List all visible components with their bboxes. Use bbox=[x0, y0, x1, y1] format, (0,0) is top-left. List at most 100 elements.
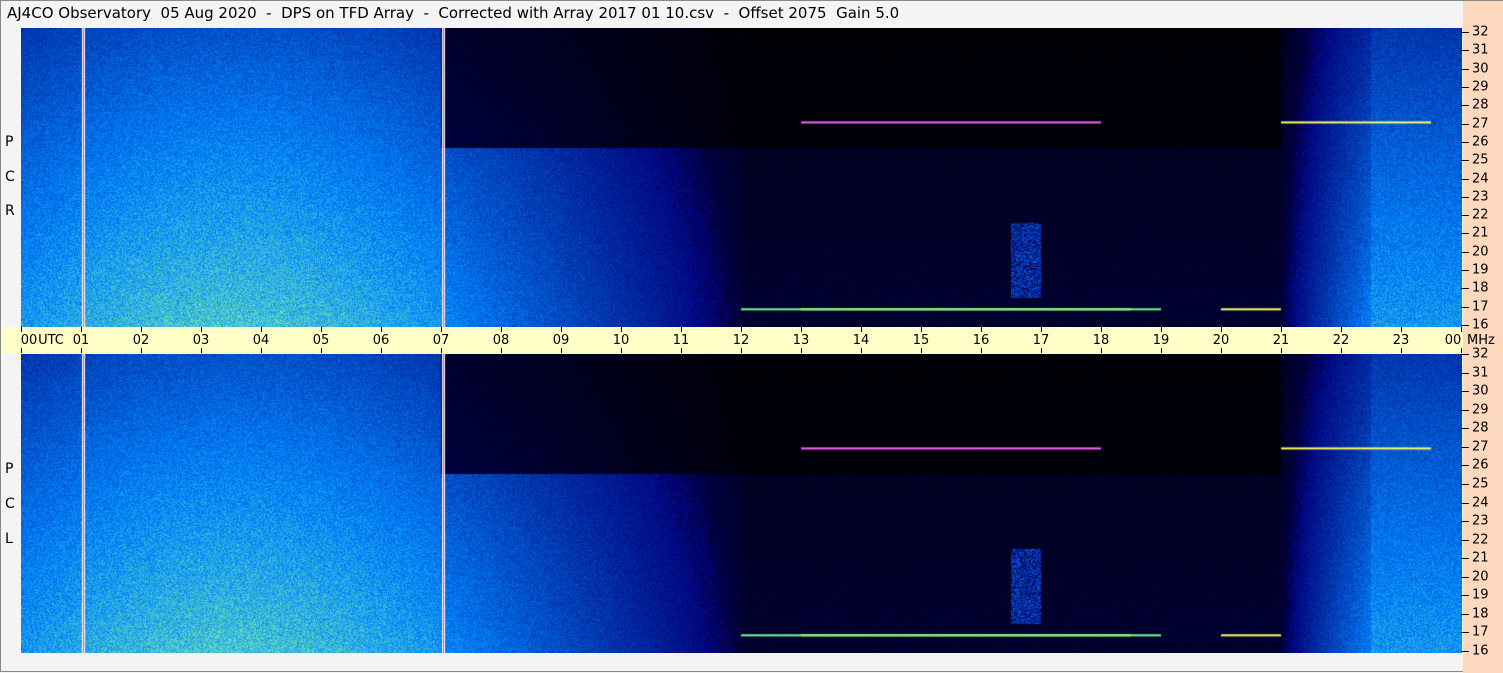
x-tick bbox=[1101, 348, 1102, 353]
x-tick-label: 00 bbox=[20, 333, 38, 348]
rcp-spectrogram bbox=[21, 28, 1462, 327]
x-tick bbox=[261, 348, 262, 353]
time-axis: 00 01 02 03 04 05 06 07 08 09 10 11 12 13 14 15 16 17 18 19… bbox=[1, 327, 1463, 353]
x-tick-label: 17 bbox=[1032, 333, 1050, 348]
y-tick bbox=[1461, 409, 1469, 411]
x-tick bbox=[801, 327, 802, 332]
polarization-letter: L bbox=[5, 531, 13, 547]
x-tick bbox=[621, 348, 622, 353]
x-tick-label: 05 bbox=[312, 333, 330, 348]
x-tick bbox=[861, 327, 862, 332]
y-tick-label: 22 bbox=[1472, 207, 1489, 223]
x-tick-label: 15 bbox=[912, 333, 930, 348]
polarization-letter: C bbox=[5, 496, 15, 512]
x-tick bbox=[381, 348, 382, 353]
x-tick bbox=[1161, 348, 1162, 353]
y-tick bbox=[1461, 372, 1469, 374]
x-tick bbox=[441, 348, 442, 353]
y-tick bbox=[1461, 270, 1469, 272]
x-tick bbox=[1401, 327, 1402, 332]
x-tick bbox=[801, 348, 802, 353]
y-tick-label: 21 bbox=[1472, 225, 1489, 241]
y-tick-label: 27 bbox=[1472, 116, 1489, 132]
y-tick-label: 19 bbox=[1472, 587, 1489, 603]
y-tick-label: 21 bbox=[1472, 550, 1489, 566]
y-tick-label: 24 bbox=[1472, 171, 1489, 186]
y-tick bbox=[1461, 32, 1469, 33]
y-tick bbox=[1461, 446, 1469, 448]
y-tick bbox=[1461, 539, 1469, 541]
y-tick-label: 26 bbox=[1472, 134, 1489, 150]
x-tick bbox=[681, 327, 682, 332]
lcp-spectrogram bbox=[21, 354, 1462, 653]
x-tick-label: 18 bbox=[1092, 333, 1110, 348]
y-tick bbox=[1461, 428, 1469, 430]
y-tick bbox=[1461, 50, 1469, 52]
x-tick bbox=[861, 348, 862, 353]
utc-label: UTC bbox=[38, 333, 64, 348]
x-tick-label: 23 bbox=[1392, 333, 1410, 348]
y-tick-label: 30 bbox=[1472, 383, 1489, 399]
x-tick bbox=[321, 327, 322, 332]
polarization-letter: C bbox=[5, 169, 15, 185]
x-tick bbox=[741, 348, 742, 353]
y-tick bbox=[1461, 502, 1469, 504]
y-tick-label: 31 bbox=[1472, 42, 1489, 58]
x-tick bbox=[1041, 348, 1042, 353]
x-tick bbox=[561, 327, 562, 332]
y-tick-label: 17 bbox=[1472, 624, 1489, 640]
x-tick bbox=[501, 348, 502, 353]
y-tick-label: 32 bbox=[1472, 346, 1489, 362]
y-tick bbox=[1461, 391, 1469, 393]
y-tick-label: 32 bbox=[1472, 24, 1489, 40]
y-tick bbox=[1461, 558, 1469, 560]
x-tick-label: 12 bbox=[732, 333, 750, 348]
y-tick bbox=[1461, 325, 1469, 326]
y-tick-label: 26 bbox=[1472, 457, 1489, 473]
x-tick-label: 02 bbox=[132, 333, 150, 348]
y-tick-label: 16 bbox=[1472, 643, 1489, 659]
x-tick-label: 19 bbox=[1152, 333, 1170, 348]
y-tick-label: 29 bbox=[1472, 79, 1489, 95]
y-tick-label: 18 bbox=[1472, 606, 1489, 622]
x-tick bbox=[921, 327, 922, 332]
y-tick-label: 29 bbox=[1472, 402, 1489, 418]
x-tick bbox=[1221, 348, 1222, 353]
y-tick bbox=[1461, 196, 1469, 198]
y-tick bbox=[1461, 595, 1469, 597]
x-tick bbox=[21, 348, 22, 353]
x-tick-label: 00 bbox=[1444, 333, 1462, 348]
y-tick bbox=[1461, 465, 1469, 467]
polarization-letter: P bbox=[5, 461, 14, 477]
y-tick-label: 23 bbox=[1472, 513, 1489, 529]
x-tick bbox=[981, 348, 982, 353]
x-tick bbox=[321, 348, 322, 353]
y-tick bbox=[1461, 632, 1469, 634]
x-tick bbox=[501, 327, 502, 332]
x-tick bbox=[81, 327, 82, 332]
y-tick-label: 25 bbox=[1472, 476, 1489, 492]
y-tick-label: 20 bbox=[1472, 244, 1489, 260]
x-tick-label: 16 bbox=[972, 333, 990, 348]
x-tick bbox=[1281, 327, 1282, 332]
y-tick bbox=[1461, 86, 1469, 88]
x-tick bbox=[141, 327, 142, 332]
x-tick bbox=[381, 327, 382, 332]
y-tick bbox=[1461, 160, 1469, 162]
x-tick-label: 13 bbox=[792, 333, 810, 348]
polarization-letter: R bbox=[5, 203, 15, 219]
x-tick-label: 09 bbox=[552, 333, 570, 348]
x-tick-label: 14 bbox=[852, 333, 870, 348]
y-tick-label: 28 bbox=[1472, 420, 1489, 436]
x-tick bbox=[1041, 327, 1042, 332]
y-tick bbox=[1461, 215, 1469, 217]
x-tick bbox=[1461, 327, 1462, 332]
y-tick bbox=[1461, 354, 1469, 355]
x-tick bbox=[1221, 327, 1222, 332]
x-tick bbox=[1341, 348, 1342, 353]
y-tick-label: 22 bbox=[1472, 532, 1489, 548]
x-tick-label: 01 bbox=[72, 333, 90, 348]
x-tick bbox=[141, 348, 142, 353]
y-tick bbox=[1461, 105, 1469, 107]
x-tick-label: 06 bbox=[372, 333, 390, 348]
